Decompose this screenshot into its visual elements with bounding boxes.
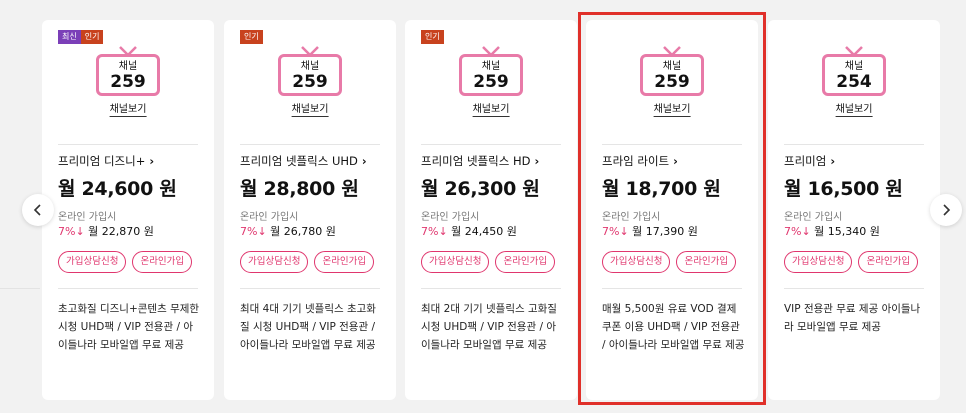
tv-screen: 채널 259 [96, 54, 160, 96]
plan-name: 프리미엄 넷플릭스 UHD [240, 154, 358, 168]
divider [240, 288, 380, 289]
plan-description: 초고화질 디즈니+콘텐츠 무제한 시청 UHD팩 / VIP 전용관 / 아이들… [58, 303, 200, 351]
tv-icon: 채널 259 채널보기 [278, 46, 342, 117]
online-join-button[interactable]: 온라인가입 [858, 251, 919, 273]
consult-request-button[interactable]: 가입상담신청 [58, 251, 127, 273]
chevron-right-icon: › [830, 154, 836, 168]
discount-percent: 7%↓ [784, 225, 811, 238]
chevron-right-icon: › [149, 154, 155, 168]
plan-name-link[interactable]: 프리미엄 넷플릭스 HD › [421, 153, 539, 169]
plan-description: VIP 전용관 무료 제공 아이들나라 모바일앱 무료 제공 [784, 303, 921, 333]
divider [784, 288, 924, 289]
divider [784, 144, 924, 145]
divider [58, 144, 198, 145]
chevron-left-icon [33, 204, 41, 216]
prev-button[interactable] [22, 194, 54, 226]
tv-screen: 채널 254 [822, 54, 886, 96]
plan-name-link[interactable]: 프리미엄 넷플릭스 UHD › [240, 153, 367, 169]
discount-row: 7%↓ 월 15,340 원 [784, 223, 880, 239]
discount-percent: 7%↓ [58, 225, 85, 238]
channel-count: 259 [292, 72, 328, 92]
badge-popular: 인기 [240, 30, 263, 44]
plan-price: 월 24,600 원 [58, 178, 177, 200]
discount-row: 7%↓ 월 24,450 원 [421, 223, 517, 239]
channel-count: 259 [473, 72, 509, 92]
consult-request-button[interactable]: 가입상담신청 [240, 251, 309, 273]
tv-screen: 채널 259 [278, 54, 342, 96]
discount-percent: 7%↓ [240, 225, 267, 238]
badge-group: 인기 [421, 30, 561, 44]
online-discount-label: 온라인 가입시 [421, 212, 480, 223]
plan-card: 인기 채널 259 채널보기 프리미엄 넷플릭스 UHD › 월 28,800 원… [224, 20, 396, 400]
online-discount-label: 온라인 가입시 [240, 212, 299, 223]
view-channels-link[interactable]: 채널보기 [291, 100, 329, 117]
discount-price: 월 15,340 원 [814, 225, 880, 238]
chevron-right-icon [943, 204, 951, 216]
next-button[interactable] [930, 194, 962, 226]
plan-name-link[interactable]: 프리미엄 › [784, 153, 835, 169]
plan-description: 최대 2대 기기 넷플릭스 고화질 시청 UHD팩 / VIP 전용관 / 아이… [421, 303, 557, 351]
consult-request-button[interactable]: 가입상담신청 [421, 251, 490, 273]
view-channels-link[interactable]: 채널보기 [109, 100, 147, 117]
online-join-button[interactable]: 온라인가입 [495, 251, 556, 273]
plan-card: 채널 254 채널보기 프리미엄 › 월 16,500 원 온라인 가입시 7%↓… [768, 20, 940, 400]
view-channels-link[interactable]: 채널보기 [835, 100, 873, 117]
plan-name: 프리미엄 넷플릭스 HD [421, 154, 531, 168]
view-channels-link[interactable]: 채널보기 [472, 100, 510, 117]
plan-price: 월 16,500 원 [784, 178, 903, 200]
badge-group [784, 30, 924, 44]
divider [0, 288, 40, 289]
discount-price: 월 24,450 원 [451, 225, 517, 238]
tv-screen: 채널 259 [459, 54, 523, 96]
online-discount-label: 온라인 가입시 [58, 212, 117, 223]
discount-price: 월 26,780 원 [270, 225, 336, 238]
plan-card: 최신 인기 채널 259 채널보기 프리미엄 디즈니+ › 월 24,600 원 온… [42, 20, 214, 400]
consult-request-button[interactable]: 가입상담신청 [784, 251, 853, 273]
divider [240, 144, 380, 145]
divider [421, 288, 561, 289]
plan-card: 인기 채널 259 채널보기 프리미엄 넷플릭스 HD › 월 26,300 원 … [405, 20, 577, 400]
online-join-button[interactable]: 온라인가입 [132, 251, 193, 273]
badge-group: 최신 인기 [58, 30, 198, 44]
badge-popular: 인기 [421, 30, 444, 44]
badge-group: 인기 [240, 30, 380, 44]
chevron-right-icon: › [534, 154, 540, 168]
discount-percent: 7%↓ [421, 225, 448, 238]
plan-price: 월 28,800 원 [240, 178, 359, 200]
online-discount-label: 온라인 가입시 [784, 212, 843, 223]
plan-name: 프리미엄 디즈니+ [58, 154, 146, 168]
tv-icon: 채널 259 채널보기 [459, 46, 523, 117]
chevron-right-icon: › [361, 154, 367, 168]
discount-price: 월 22,870 원 [88, 225, 154, 238]
discount-row: 7%↓ 월 22,870 원 [58, 223, 154, 239]
divider [421, 144, 561, 145]
plan-description: 최대 4대 기기 넷플릭스 초고화질 시청 UHD팩 / VIP 전용관 / 아… [240, 303, 376, 351]
plan-price: 월 26,300 원 [421, 178, 540, 200]
channel-count: 254 [836, 72, 872, 92]
divider [58, 288, 198, 289]
plan-name-link[interactable]: 프리미엄 디즈니+ › [58, 153, 154, 169]
channel-count: 259 [110, 72, 146, 92]
discount-row: 7%↓ 월 26,780 원 [240, 223, 336, 239]
selected-card-highlight [578, 12, 766, 405]
plan-name: 프리미엄 [784, 154, 827, 168]
tv-icon: 채널 259 채널보기 [96, 46, 160, 117]
online-join-button[interactable]: 온라인가입 [314, 251, 375, 273]
badge-popular: 인기 [80, 30, 104, 44]
tv-icon: 채널 254 채널보기 [822, 46, 886, 117]
badge-new: 최신 [58, 30, 81, 44]
